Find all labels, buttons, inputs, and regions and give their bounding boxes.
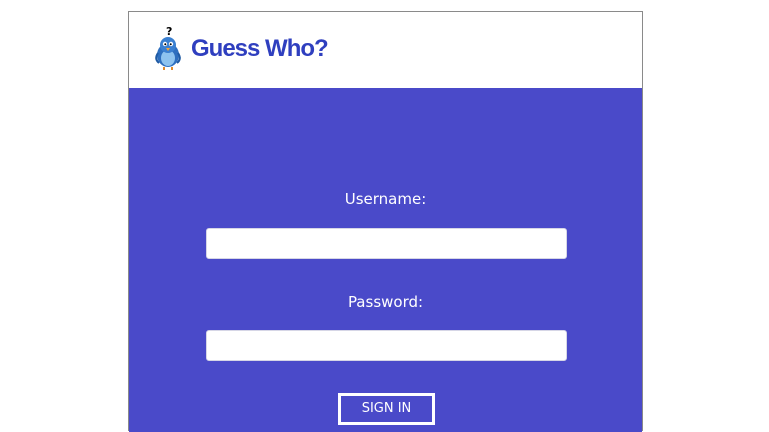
username-label: Username: [344, 190, 427, 208]
sign-in-button[interactable]: SIGN IN [338, 393, 435, 425]
login-panel: Username: Password: SIGN IN [129, 88, 642, 432]
bird-question-icon: ? [153, 25, 185, 71]
app-title: Guess Who? [191, 35, 329, 62]
username-input[interactable] [206, 228, 567, 259]
svg-text:?: ? [166, 25, 172, 38]
app-header: ? Guess Who? [129, 12, 642, 88]
password-input[interactable] [206, 330, 567, 361]
login-card: ? Guess Who? Username: Password: SIGN IN [128, 11, 643, 432]
password-label: Password: [347, 293, 424, 311]
